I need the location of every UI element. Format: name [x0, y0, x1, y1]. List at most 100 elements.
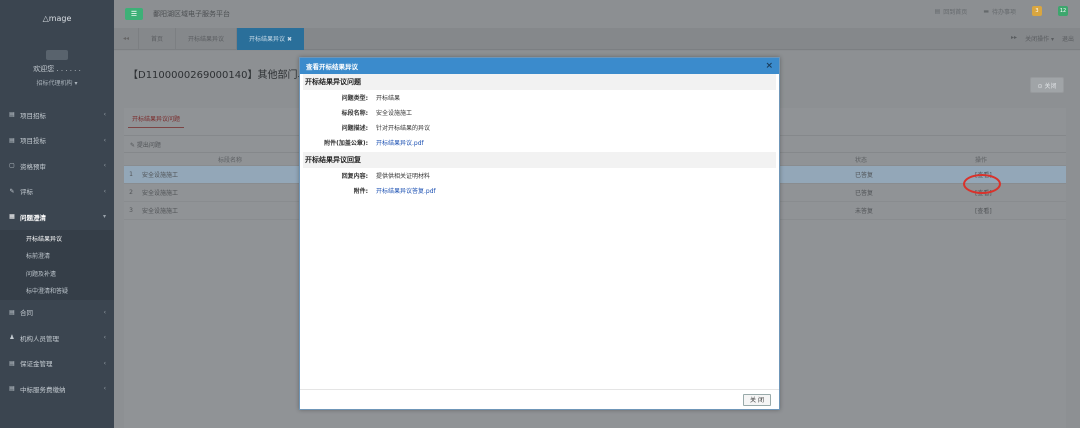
field-label: 回复内容: [341, 173, 368, 180]
chevron-left-icon: ‹ [103, 136, 106, 144]
logout-link[interactable]: 退出 [1062, 34, 1074, 43]
list-icon: ▤ [9, 136, 15, 144]
grid-icon: ▦ [9, 213, 15, 221]
sidebar-item-label: 项目投标 [20, 137, 46, 146]
topbar-actions: ▤ 回到首页 ▬ 待办事项 3 12 [935, 6, 1068, 16]
dialog-title: 查看开标结果异议 [306, 63, 358, 71]
sidebar-item-label: 保证金管理 [20, 360, 53, 369]
list-icon: ▤ [9, 385, 15, 393]
field-attachment-sealed: 附件(加盖公章): 开标结果异议.pdf [306, 135, 773, 150]
sidebar-item-deposit[interactable]: ▤ 保证金管理 ‹ [0, 351, 114, 377]
user-role-dropdown[interactable]: 招标代理机构 ▾ [37, 78, 78, 87]
subnav-item-questions-addenda[interactable]: 问题及补遗 [0, 265, 114, 283]
row-status: 已答复 [855, 190, 874, 197]
user-icon: ♟ [9, 334, 15, 342]
sidebar: △mage 欢迎您 . . . . . . 招标代理机构 ▾ ▤ 项目招标 ‹ ▤ 项… [0, 0, 114, 428]
chevron-left-icon: ‹ [103, 359, 106, 367]
close-icon[interactable]: × [765, 61, 773, 71]
list-icon: ▤ [9, 359, 15, 367]
notification-badge[interactable]: 3 [1032, 6, 1042, 16]
todo-link[interactable]: ▬ 待办事项 [983, 7, 1016, 16]
field-label: 附件: [353, 188, 368, 195]
home-link[interactable]: ▤ 回到首页 [935, 7, 968, 16]
tabbar: ◂◂ 首页 开标结果异议 开标结果异议 ✖ ▸▸ 关闭操作 ▾ 退出 [114, 27, 1080, 50]
field-question-type: 问题类型: 开标结果 [306, 90, 773, 105]
field-value: 提供供相关证明材料 [376, 173, 431, 180]
tab-scroll-right-icon[interactable]: ▸▸ [1011, 34, 1017, 43]
dialog-footer: 关 闭 [300, 389, 779, 409]
close-actions-dropdown[interactable]: 关闭操作 ▾ [1025, 34, 1054, 43]
field-reply-content: 回复内容: 提供供相关证明材料 [306, 168, 773, 183]
row-section-name: 安全设施施工 [142, 190, 179, 197]
dialog-body: 开标结果异议问题 问题类型: 开标结果 标段名称: 安全设施施工 问题描述: 针… [300, 74, 779, 198]
list-icon: ▤ [9, 111, 15, 119]
logo: △mage [42, 13, 72, 23]
sidebar-item-label: 中标服务费缴纳 [20, 385, 66, 394]
field-label: 问题类型: [341, 95, 368, 102]
tab-actions: ▸▸ 关闭操作 ▾ 退出 [1011, 34, 1074, 43]
view-objection-dialog: 查看开标结果异议 × 开标结果异议问题 问题类型: 开标结果 标段名称: 安全设… [299, 57, 780, 410]
sidebar-item-service-fee[interactable]: ▤ 中标服务费缴纳 ‹ [0, 376, 114, 402]
sidebar-item-project-bidding[interactable]: ▤ 项目招标 ‹ [0, 102, 114, 128]
sidebar-item-clarification[interactable]: ▦ 问题澄清 ▾ [0, 204, 114, 230]
message-badge[interactable]: 12 [1058, 6, 1068, 16]
section-objection-question: 开标结果异议问题 [303, 74, 776, 90]
sidebar-item-label: 问题澄清 [20, 213, 46, 222]
chevron-left-icon: ‹ [103, 187, 106, 195]
close-button[interactable]: 关 闭 [743, 393, 771, 406]
raise-question-button[interactable]: ✎ 提出问题 [130, 140, 161, 149]
row-section-name: 安全设施施工 [142, 208, 179, 215]
sidebar-item-label: 资格预审 [20, 162, 46, 171]
sidebar-item-prequalification[interactable]: ▢ 资格预审 ‹ [0, 153, 114, 179]
tab-home[interactable]: 首页 [138, 27, 175, 50]
square-icon: ▢ [9, 162, 15, 170]
sidebar-item-contract[interactable]: ▤ 合同 ‹ [0, 300, 114, 326]
row-num: 2 [129, 189, 133, 196]
field-label: 附件(加盖公章): [324, 140, 368, 147]
panel-tab-objection[interactable]: 开标结果异议问题 [128, 110, 185, 128]
tab-objection-list[interactable]: 开标结果异议 [175, 27, 236, 50]
view-link[interactable]: [查看] [975, 206, 992, 215]
tab-objection-active[interactable]: 开标结果异议 ✖ [236, 27, 304, 50]
pencil-icon: ✎ [9, 187, 15, 195]
document-icon: ▤ [934, 7, 941, 15]
menu-toggle-button[interactable]: ☰ [125, 8, 143, 20]
list-icon: ▤ [9, 308, 15, 316]
field-reply-attachment: 附件: 开标结果异议答复.pdf [306, 183, 773, 198]
row-status: 未答复 [855, 208, 874, 215]
page-title: 【D1100000269000140】其他部门单个 [128, 70, 318, 81]
sidebar-item-label: 合同 [20, 309, 33, 318]
subnav-item-bid-opening-objection[interactable]: 开标结果异议 [0, 230, 114, 248]
row-num: 3 [129, 207, 133, 214]
col-operation: 操作 [975, 157, 988, 164]
sidebar-item-evaluation[interactable]: ✎ 评标 ‹ [0, 179, 114, 205]
subnav-item-pre-bid-clarification[interactable]: 标前澄清 [0, 247, 114, 265]
user-name: 欢迎您 . . . . . . [33, 64, 81, 73]
row-num: 1 [129, 171, 133, 178]
chevron-left-icon: ‹ [103, 334, 106, 342]
field-value: 安全设施施工 [376, 110, 413, 117]
user-area: 欢迎您 . . . . . . 招标代理机构 ▾ [0, 36, 114, 100]
col-section-name: 标段名称 [218, 157, 243, 164]
tab-scroll-left-icon[interactable]: ◂◂ [114, 35, 138, 42]
site-title: 鄱阳湖区域电子服务平台 [153, 10, 230, 18]
close-page-button[interactable]: ⊙ 关闭 [1030, 77, 1064, 93]
col-status: 状态 [855, 157, 868, 164]
chevron-left-icon: ‹ [103, 308, 106, 316]
sidebar-item-label: 机构人员管理 [20, 334, 59, 343]
reply-attachment-link[interactable]: 开标结果异议答复.pdf [376, 186, 436, 195]
sidebar-item-project-tender[interactable]: ▤ 项目投标 ‹ [0, 128, 114, 154]
clarification-subnav: 开标结果异议 标前澄清 问题及补遗 标中澄清和答疑 [0, 229, 114, 300]
home-link-label: 回到首页 [943, 8, 968, 16]
field-value: 针对开标结果的异议 [376, 125, 431, 132]
chevron-left-icon: ‹ [103, 385, 106, 393]
attachment-link[interactable]: 开标结果异议.pdf [376, 138, 424, 147]
subnav-item-mid-bid-qa[interactable]: 标中澄清和答疑 [0, 282, 114, 300]
sidebar-nav: ▤ 项目招标 ‹ ▤ 项目投标 ‹ ▢ 资格预审 ‹ ✎ 评标 ‹ ▦ 问题澄清 ▾ 开标结果异议 … [0, 102, 114, 402]
avatar [46, 49, 68, 60]
section-objection-reply: 开标结果异议回复 [303, 152, 776, 168]
sidebar-item-label: 项目招标 [20, 111, 46, 120]
field-section-name: 标段名称: 安全设施施工 [306, 105, 773, 120]
field-value: 开标结果 [376, 95, 401, 102]
sidebar-item-org-staff[interactable]: ♟ 机构人员管理 ‹ [0, 325, 114, 351]
